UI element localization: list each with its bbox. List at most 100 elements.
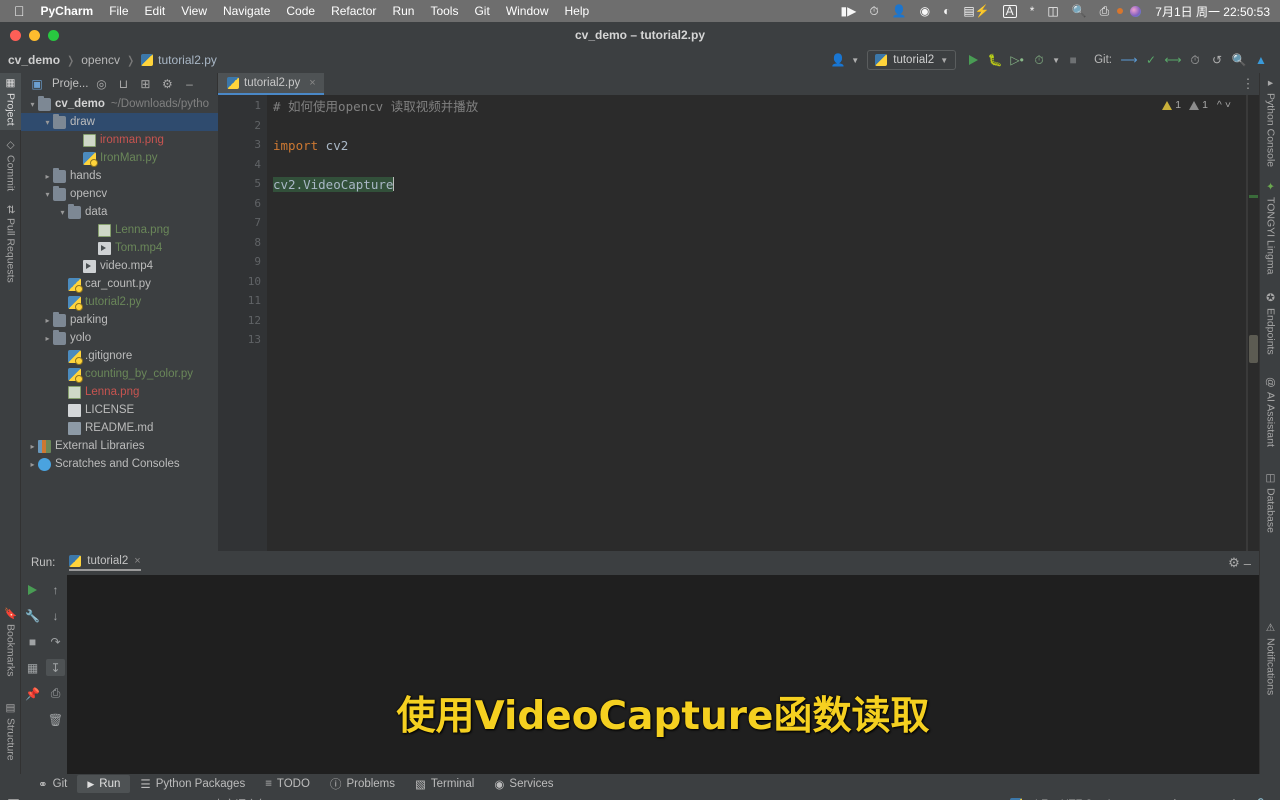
update-project-icon[interactable]: ⟶: [1118, 50, 1140, 70]
chevron-down-icon[interactable]: ▾: [27, 100, 38, 109]
tool-window-problems[interactable]: ⓘ Problems: [320, 775, 405, 793]
sidebar-item-endpoints[interactable]: ✪ Endpoints: [1260, 288, 1280, 359]
play-circle-icon[interactable]: ◉: [920, 4, 930, 18]
tree-node-counting_by_color.py[interactable]: counting_by_color.py: [21, 365, 218, 383]
next-problem-icon[interactable]: ˅: [1225, 99, 1231, 111]
sidebar-item-notifications[interactable]: ⚠ Notifications: [1260, 618, 1280, 699]
close-icon[interactable]: ×: [134, 555, 140, 567]
sidebar-item-structure[interactable]: ▤ Structure: [0, 698, 21, 765]
maximize-window-button[interactable]: [48, 30, 59, 41]
menu-item-view[interactable]: View: [181, 4, 207, 18]
profile-button[interactable]: ⏱: [1028, 50, 1050, 70]
editor-settings-icon[interactable]: ⋮: [1237, 73, 1259, 95]
project-panel-title[interactable]: Proje...: [52, 78, 88, 90]
keyboard-icon[interactable]: ◫: [1047, 4, 1058, 18]
tree-node-data[interactable]: ▾ data: [21, 203, 218, 221]
menu-item-file[interactable]: File: [109, 4, 128, 18]
hide-icon[interactable]: –: [178, 74, 200, 94]
tree-node-readme.md[interactable]: README.md: [21, 419, 218, 437]
run-button[interactable]: [962, 50, 984, 70]
rerun-icon[interactable]: [23, 581, 42, 598]
close-icon[interactable]: ×: [309, 77, 315, 89]
chevron-down-icon[interactable]: ▼: [849, 50, 861, 70]
chevron-down-icon[interactable]: ▾: [42, 118, 53, 127]
tree-node-draw[interactable]: ▾ draw: [21, 113, 218, 131]
sidebar-item-database[interactable]: ◫ Database: [1260, 468, 1280, 537]
bluetooth-icon[interactable]: *: [1030, 4, 1035, 18]
chevron-right-icon[interactable]: ▸: [27, 460, 38, 469]
chevron-right-icon[interactable]: ▸: [27, 442, 38, 451]
updates-available-icon[interactable]: ▲: [1250, 50, 1272, 70]
up-arrow-icon[interactable]: ↑: [46, 581, 65, 598]
sidebar-item-bookmarks[interactable]: 🔖 Bookmarks: [0, 603, 21, 680]
editor-scrollbar[interactable]: [1247, 95, 1259, 551]
tree-node-lenna.png[interactable]: Lenna.png: [21, 383, 218, 401]
chevron-down-icon[interactable]: ▼: [1050, 50, 1062, 70]
editor-tab-tutorial2[interactable]: tutorial2.py ×: [218, 73, 324, 95]
stop-button[interactable]: ■: [1062, 50, 1084, 70]
input-source-icon[interactable]: A: [1002, 4, 1017, 18]
code-line-3[interactable]: import cv2: [273, 136, 348, 156]
soft-wrap-icon[interactable]: ↷: [46, 633, 65, 650]
print-icon[interactable]: ⎙: [46, 685, 65, 702]
menu-item-help[interactable]: Help: [565, 4, 590, 18]
tree-node-hands[interactable]: ▸ hands: [21, 167, 218, 185]
search-icon[interactable]: 🔍: [1072, 4, 1087, 18]
tool-window-services[interactable]: ◉ Services: [484, 775, 563, 793]
tree-node-video.mp4[interactable]: video.mp4: [21, 257, 218, 275]
sidebar-item-project[interactable]: ▦ Project: [0, 73, 21, 130]
settings-icon[interactable]: ⚙: [156, 74, 178, 94]
pin-icon[interactable]: 📌: [23, 685, 42, 702]
menu-item-tools[interactable]: Tools: [430, 4, 458, 18]
run-configuration-selector[interactable]: tutorial2 ▼: [867, 50, 957, 70]
chevron-right-icon[interactable]: ▸: [42, 334, 53, 343]
minimize-window-button[interactable]: [29, 30, 40, 41]
wifi-icon[interactable]: ◐: [943, 4, 950, 18]
breadcrumb-file[interactable]: tutorial2.py: [158, 53, 217, 67]
tool-window-todo[interactable]: ≡ TODO: [255, 775, 320, 793]
sidebar-item-python-console[interactable]: ▸ Python Console: [1260, 73, 1280, 171]
tool-window-git[interactable]: ⚭ Git: [28, 775, 77, 793]
tree-node-ironman.png[interactable]: ironman.png: [21, 131, 218, 149]
siri-icon[interactable]: [1130, 5, 1142, 17]
code-line-5[interactable]: cv2.VideoCapture: [273, 175, 395, 195]
push-icon[interactable]: ⟷: [1162, 50, 1184, 70]
run-panel-tab[interactable]: tutorial2 ×: [69, 555, 141, 571]
menu-item-run[interactable]: Run: [392, 4, 414, 18]
trash-icon[interactable]: 🗑: [46, 711, 65, 728]
expand-icon[interactable]: ⊞: [134, 74, 156, 94]
camera-icon[interactable]: ▦: [23, 659, 42, 676]
tree-node-tutorial2.py[interactable]: tutorial2.py: [21, 293, 218, 311]
breadcrumb-folder[interactable]: opencv: [81, 53, 120, 67]
tree-node-license[interactable]: LICENSE: [21, 401, 218, 419]
tool-window-terminal[interactable]: ▧ Terminal: [405, 775, 484, 793]
user-icon[interactable]: 👤: [892, 4, 907, 18]
tree-node-lenna.png[interactable]: Lenna.png: [21, 221, 218, 239]
sidebar-item-commit[interactable]: ◇ Commit: [0, 135, 21, 195]
collapse-all-icon[interactable]: ⊔: [112, 74, 134, 94]
tree-node-external-libraries[interactable]: ▸ External Libraries: [21, 437, 218, 455]
chevron-right-icon[interactable]: ▸: [42, 316, 53, 325]
tool-window-run[interactable]: ▶ Run: [77, 775, 131, 793]
menu-item-pycharm[interactable]: PyCharm: [41, 4, 94, 18]
settings-icon[interactable]: ⚙: [1228, 555, 1240, 571]
rollback-icon[interactable]: ↺: [1206, 50, 1228, 70]
tree-node-scratches-and-consoles[interactable]: ▸ Scratches and Consoles: [21, 455, 218, 473]
menu-item-edit[interactable]: Edit: [145, 4, 166, 18]
tree-node-yolo[interactable]: ▸ yolo: [21, 329, 218, 347]
tree-node-tom.mp4[interactable]: Tom.mp4: [21, 239, 218, 257]
inspection-widget[interactable]: 1 1 ^ ˅: [1162, 99, 1231, 111]
sidebar-item-ai-assistant[interactable]: @ AI Assistant: [1260, 373, 1280, 451]
apple-logo-icon[interactable]: : [14, 4, 25, 18]
clock-icon[interactable]: ⏱: [869, 4, 878, 19]
menu-item-navigate[interactable]: Navigate: [223, 4, 270, 18]
chevron-down-icon[interactable]: ▾: [57, 208, 68, 217]
user-avatar-icon[interactable]: 👤: [827, 50, 849, 70]
scrollbar-thumb[interactable]: [1249, 335, 1258, 363]
tree-node-.gitignore[interactable]: .gitignore: [21, 347, 218, 365]
chevron-down-icon[interactable]: ▾: [42, 190, 53, 199]
run-coverage-button[interactable]: ▷•: [1006, 50, 1028, 70]
tree-node-ironman.py[interactable]: IronMan.py: [21, 149, 218, 167]
previous-problem-icon[interactable]: ^: [1217, 99, 1222, 111]
menu-item-code[interactable]: Code: [286, 4, 315, 18]
